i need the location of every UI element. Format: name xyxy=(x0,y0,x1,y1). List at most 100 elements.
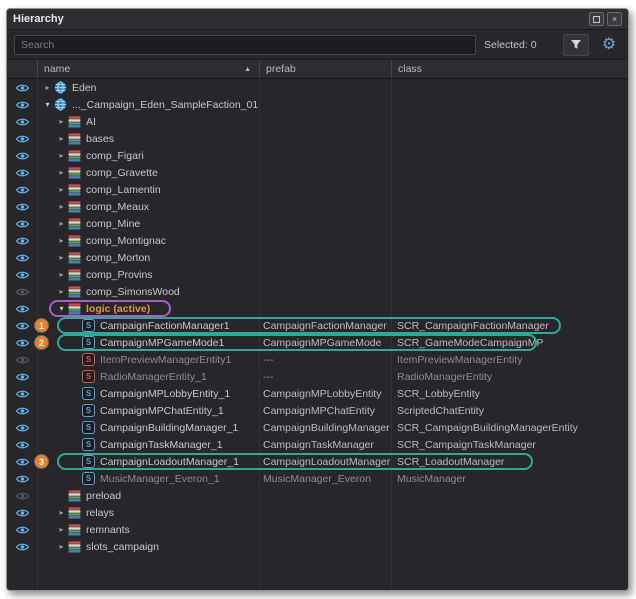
tree-row[interactable]: ▸ comp_Montignac xyxy=(7,232,628,249)
visibility-toggle[interactable] xyxy=(7,338,37,348)
tree-row[interactable]: ▸ slots_campaign xyxy=(7,538,628,555)
expand-arrow-icon[interactable]: ▸ xyxy=(55,542,68,551)
expand-arrow-icon[interactable]: ▸ xyxy=(55,117,68,126)
visibility-toggle[interactable] xyxy=(7,474,37,484)
visibility-toggle[interactable] xyxy=(7,304,37,314)
tree-row[interactable]: ▸ comp_Figari xyxy=(7,147,628,164)
expand-arrow-icon[interactable]: ▸ xyxy=(55,185,68,194)
visibility-toggle[interactable] xyxy=(7,202,37,212)
tree-row[interactable]: ▸ comp_Mine xyxy=(7,215,628,232)
collapse-arrow-icon[interactable]: ▾ xyxy=(55,304,68,313)
tree-row[interactable]: S CampaignBuildingManager_1 CampaignBuildi… xyxy=(7,419,628,436)
expand-arrow-icon[interactable]: ▸ xyxy=(55,151,68,160)
expand-arrow-icon[interactable]: ▸ xyxy=(55,253,68,262)
tree-row[interactable]: S CampaignMPGameMode1 CampaignMPGameMode SC… xyxy=(7,334,628,351)
visibility-toggle[interactable] xyxy=(7,542,37,552)
name-cell: S CampaignLoadoutManager_1 xyxy=(37,455,259,468)
prefab-cell: --- xyxy=(263,370,274,383)
entity-icon-wrap xyxy=(68,183,84,196)
expand-arrow-icon[interactable]: ▸ xyxy=(55,508,68,517)
expand-arrow-icon[interactable]: ▸ xyxy=(55,236,68,245)
entity-name-label: RadioManagerEntity_1 xyxy=(100,370,207,383)
entity-icon-wrap: S xyxy=(82,421,98,434)
entity-icon-wrap xyxy=(68,251,84,264)
expand-arrow-icon[interactable]: ▸ xyxy=(41,83,54,92)
name-cell: ▸ relays xyxy=(37,507,259,519)
tree-row[interactable]: S RadioManagerEntity_1 --- RadioManagerEnti… xyxy=(7,368,628,385)
column-header-class[interactable]: class xyxy=(392,60,628,78)
tree-row[interactable]: ▸ Eden xyxy=(7,79,628,96)
name-cell: S CampaignMPLobbyEntity_1 xyxy=(37,387,259,400)
entity-icon-wrap xyxy=(68,506,84,519)
visibility-toggle[interactable] xyxy=(7,151,37,161)
eye-open-icon xyxy=(15,407,29,414)
tree-row[interactable]: ▸ comp_Gravette xyxy=(7,164,628,181)
tree-row[interactable]: S CampaignTaskManager_1 CampaignTaskManage… xyxy=(7,436,628,453)
entity-icon-wrap: S xyxy=(82,438,98,451)
tree-row[interactable]: S MusicManager_Everon_1 MusicManager_Evero… xyxy=(7,470,628,487)
visibility-toggle[interactable] xyxy=(7,236,37,246)
visibility-toggle[interactable] xyxy=(7,253,37,263)
visibility-toggle[interactable] xyxy=(7,372,37,382)
visibility-toggle[interactable] xyxy=(7,134,37,144)
filter-button[interactable] xyxy=(563,33,589,56)
tree-row[interactable]: S CampaignMPLobbyEntity_1 CampaignMPLobbyE… xyxy=(7,385,628,402)
tree-row[interactable]: ▸ comp_SimonsWood xyxy=(7,283,628,300)
float-button[interactable] xyxy=(589,12,604,26)
collapse-arrow-icon[interactable]: ▾ xyxy=(41,100,54,109)
settings-button[interactable]: ⚙ xyxy=(597,35,621,55)
visibility-toggle[interactable] xyxy=(7,491,37,501)
eye-open-icon xyxy=(15,441,29,448)
tree-row[interactable]: ▸ bases xyxy=(7,130,628,147)
visibility-toggle[interactable] xyxy=(7,168,37,178)
visibility-toggle[interactable] xyxy=(7,406,37,416)
eye-open-icon xyxy=(15,271,29,278)
tree-row[interactable]: ▸ remnants xyxy=(7,521,628,538)
tree-row[interactable]: S CampaignMPChatEntity_1 CampaignMPChatEnt… xyxy=(7,402,628,419)
entity-icon-wrap xyxy=(68,149,84,162)
tree-row[interactable]: S CampaignLoadoutManager_1 CampaignLoadout… xyxy=(7,453,628,470)
tree-row[interactable]: S ItemPreviewManagerEntity1 --- ItemPreview… xyxy=(7,351,628,368)
entity-icon-wrap xyxy=(68,268,84,281)
expand-arrow-icon[interactable]: ▸ xyxy=(55,134,68,143)
visibility-toggle[interactable] xyxy=(7,100,37,110)
visibility-toggle[interactable] xyxy=(7,389,37,399)
visibility-toggle[interactable] xyxy=(7,423,37,433)
visibility-toggle[interactable] xyxy=(7,219,37,229)
visibility-toggle[interactable] xyxy=(7,525,37,535)
tree-row[interactable]: ▾ ..._Campaign_Eden_SampleFaction_01 xyxy=(7,96,628,113)
tree-row[interactable]: ▾ logic (active) xyxy=(7,300,628,317)
expand-arrow-icon[interactable]: ▸ xyxy=(55,270,68,279)
search-input[interactable] xyxy=(14,34,476,55)
visibility-toggle[interactable] xyxy=(7,117,37,127)
visibility-toggle[interactable] xyxy=(7,287,37,297)
name-cell: S ItemPreviewManagerEntity1 xyxy=(37,353,259,366)
visibility-toggle[interactable] xyxy=(7,457,37,467)
visibility-toggle[interactable] xyxy=(7,321,37,331)
expand-arrow-icon[interactable]: ▸ xyxy=(55,168,68,177)
tree-row[interactable]: S CampaignFactionManager1 CampaignFactionM… xyxy=(7,317,628,334)
tree-row[interactable]: ▸ comp_Provins xyxy=(7,266,628,283)
close-button[interactable]: × xyxy=(607,12,622,26)
tree-row[interactable]: ▸ AI xyxy=(7,113,628,130)
tree-row[interactable]: ▸ relays xyxy=(7,504,628,521)
expand-arrow-icon[interactable]: ▸ xyxy=(55,525,68,534)
visibility-toggle[interactable] xyxy=(7,270,37,280)
expand-arrow-icon[interactable]: ▸ xyxy=(55,287,68,296)
column-header-name[interactable]: name ▲ xyxy=(38,60,260,78)
visibility-toggle[interactable] xyxy=(7,440,37,450)
tree-row[interactable]: ▸ comp_Morton xyxy=(7,249,628,266)
column-header-prefab[interactable]: prefab xyxy=(260,60,392,78)
class-cell: SCR_LobbyEntity xyxy=(397,387,480,400)
expand-arrow-icon[interactable]: ▸ xyxy=(55,202,68,211)
tree-row[interactable]: preload xyxy=(7,487,628,504)
entity-name-label: Eden xyxy=(72,81,97,94)
visibility-toggle[interactable] xyxy=(7,185,37,195)
tree-row[interactable]: ▸ comp_Lamentin xyxy=(7,181,628,198)
visibility-toggle[interactable] xyxy=(7,355,37,365)
name-cell: S CampaignBuildingManager_1 xyxy=(37,421,259,434)
visibility-toggle[interactable] xyxy=(7,83,37,93)
tree-row[interactable]: ▸ comp_Meaux xyxy=(7,198,628,215)
expand-arrow-icon[interactable]: ▸ xyxy=(55,219,68,228)
visibility-toggle[interactable] xyxy=(7,508,37,518)
